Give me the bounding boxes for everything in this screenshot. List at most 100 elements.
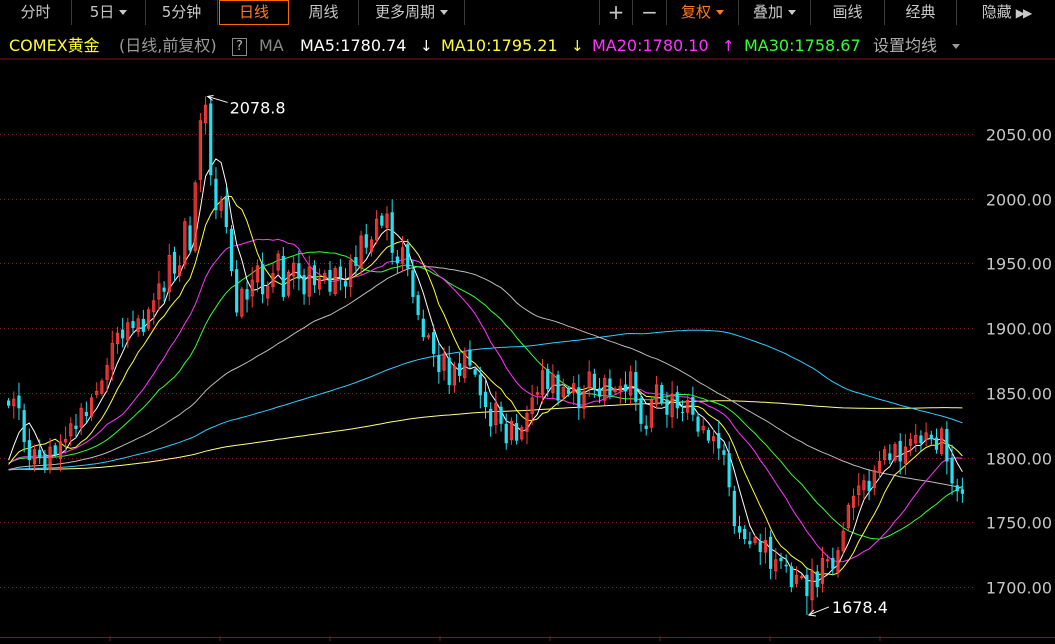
candle-body <box>84 411 88 417</box>
y-tick-label: 1950.00 <box>986 255 1052 274</box>
candle-body <box>483 391 488 407</box>
candle-body <box>281 255 285 297</box>
candle-body <box>566 389 571 395</box>
candle-body <box>665 399 669 415</box>
candle-body <box>784 564 788 567</box>
candle-body <box>245 289 249 300</box>
candle-body <box>380 215 384 226</box>
plus-icon: + <box>607 0 625 24</box>
fuquan-dropdown[interactable]: 复权 <box>667 0 739 25</box>
candle-body <box>779 557 783 562</box>
zoom-in-button[interactable]: + <box>599 0 633 25</box>
candle-body <box>831 557 835 569</box>
candle-body <box>328 269 332 292</box>
candle-body <box>960 489 965 494</box>
candle-body <box>297 263 301 279</box>
tab-weekly[interactable]: 周线 <box>289 0 359 25</box>
candle-body <box>722 450 726 455</box>
candle-body <box>235 269 239 313</box>
candle-body <box>416 295 420 316</box>
candle-body <box>162 287 166 292</box>
candle-body <box>789 566 793 587</box>
candle-body <box>577 387 581 409</box>
candle-body <box>224 197 228 227</box>
low-price-label: 1678.4 <box>832 598 888 617</box>
candle-body <box>390 212 394 253</box>
ma-info-bar: COMEX黄金 (日线,前复权) ? MA MA5:1780.74 ↓ MA10… <box>0 34 1055 58</box>
candle-body <box>929 434 933 440</box>
ma-settings-link[interactable]: 设置均线 <box>873 34 937 58</box>
candle-body <box>748 540 752 545</box>
candle-body <box>504 423 508 444</box>
ma20-value: MA20:1780.10 <box>592 36 709 55</box>
candle-body <box>737 526 742 533</box>
down-arrow-icon: ↓ <box>420 37 433 55</box>
candle-body <box>395 256 399 264</box>
candle-body <box>826 559 830 562</box>
candle-body <box>556 374 560 401</box>
candle-body <box>6 400 11 406</box>
moving-average-lines <box>8 158 963 582</box>
candle-body <box>447 357 451 385</box>
candle-body <box>800 576 804 579</box>
more-periods-dropdown[interactable]: 更多周期 <box>359 0 465 25</box>
candle-body <box>188 225 192 251</box>
candle-body <box>22 410 26 442</box>
candle-body <box>302 275 306 295</box>
candle-body <box>131 321 135 328</box>
candle-body <box>172 251 177 274</box>
candle-body <box>457 363 462 376</box>
candle-body <box>546 368 550 389</box>
y-tick-label: 1850.00 <box>986 385 1052 404</box>
candle-body <box>74 425 78 430</box>
candle-body <box>468 349 472 366</box>
candle-body <box>706 430 711 441</box>
price-axis: 1700.00 1750.00 1800.00 1850.00 1900.00 1950.… <box>986 126 1052 598</box>
tab-daily[interactable]: 日线 <box>219 0 289 25</box>
tab-intraday[interactable]: 分时 <box>0 0 72 25</box>
draw-line-button[interactable]: 画线 <box>811 0 885 25</box>
candlesticks <box>6 96 965 615</box>
candle-body <box>934 437 939 450</box>
zoom-out-button[interactable]: − <box>633 0 667 25</box>
ma-label: MA <box>259 36 284 55</box>
candle-body <box>592 373 596 391</box>
tab-5min[interactable]: 5分钟 <box>146 0 218 25</box>
candle-body <box>27 440 31 461</box>
candle-body <box>888 453 892 461</box>
chevron-down-icon <box>788 10 796 15</box>
chevron-down-icon <box>716 10 724 15</box>
y-tick-label: 2050.00 <box>986 126 1052 145</box>
candle-body <box>805 574 809 597</box>
candle-body <box>499 406 503 424</box>
hide-button[interactable]: 隐藏 ▶▶ <box>957 0 1055 25</box>
candle-body <box>634 372 638 402</box>
candle-body <box>432 332 436 354</box>
candle-body <box>411 270 415 297</box>
chevron-down-icon <box>119 10 128 15</box>
candle-body <box>43 453 47 468</box>
candle-body <box>691 396 695 415</box>
candle-body <box>608 378 612 396</box>
help-icon[interactable]: ? <box>232 38 247 56</box>
candle-body <box>121 329 125 339</box>
y-tick-label: 2000.00 <box>986 191 1052 210</box>
kline-chart[interactable]: 1700.00 1750.00 1800.00 1850.00 1900.00 1950.… <box>0 0 1055 644</box>
candle-body <box>312 265 317 286</box>
candle-body <box>623 384 628 392</box>
tab-5day[interactable]: 5日 <box>72 0 146 25</box>
period-toolbar: 分时 5日 5分钟 日线 周线 更多周期 + − 复权 叠加 画线 经典 隐藏 ▶… <box>0 0 1055 26</box>
candle-body <box>675 392 679 409</box>
overlay-dropdown[interactable]: 叠加 <box>739 0 811 25</box>
candle-body <box>17 395 21 409</box>
candle-body <box>680 411 685 413</box>
candle-body <box>898 440 902 462</box>
candle-body <box>732 490 736 527</box>
candle-body <box>696 416 700 432</box>
ma5-value: MA5:1780.74 <box>300 36 407 55</box>
y-tick-label: 1900.00 <box>986 320 1052 339</box>
period-mode: (日线,前复权) <box>119 36 217 55</box>
candle-body <box>343 281 348 287</box>
classic-button[interactable]: 经典 <box>885 0 957 25</box>
candle-body <box>727 453 731 488</box>
